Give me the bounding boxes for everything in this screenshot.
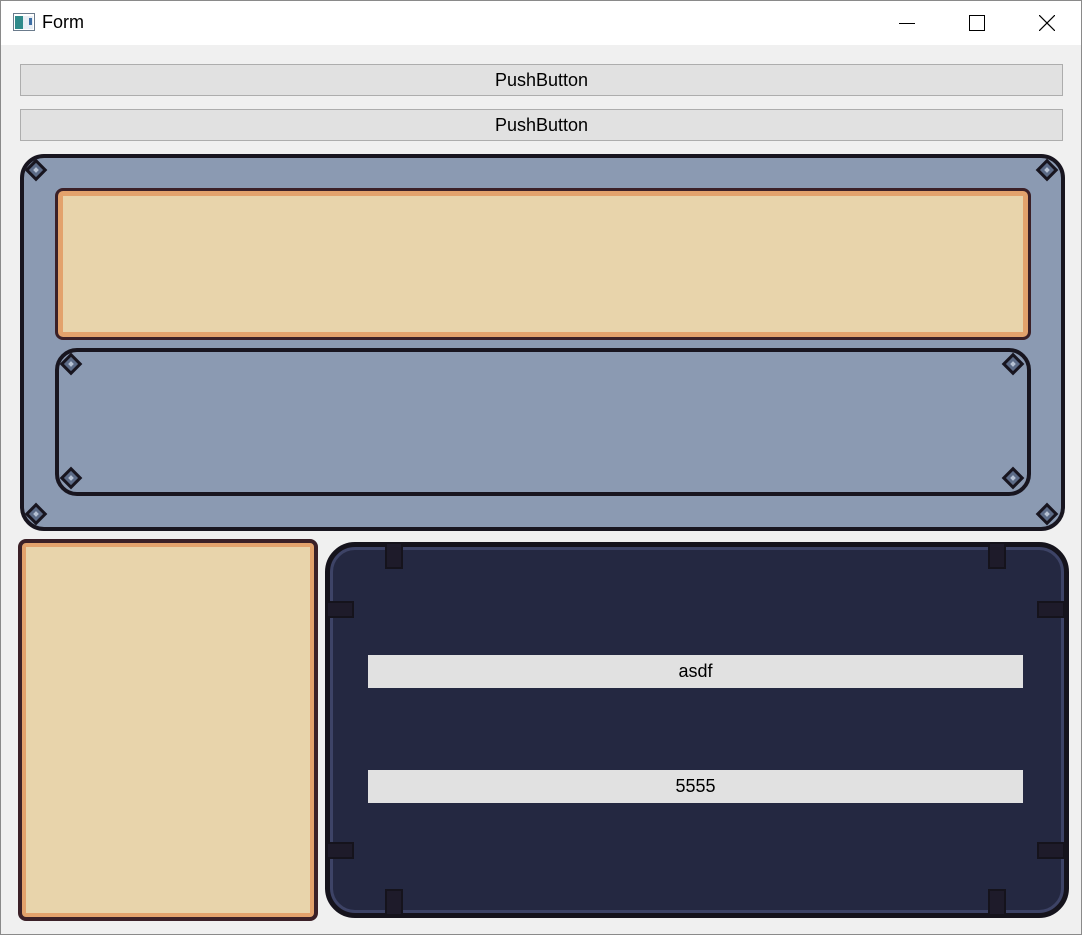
frame-bracket (988, 542, 1006, 569)
minimize-icon (899, 23, 915, 24)
cream-banner-panel (55, 188, 1031, 340)
frame-bracket (1037, 842, 1065, 859)
navy-frame-panel (325, 542, 1069, 918)
frame-bracket (385, 542, 403, 569)
line-edit-1[interactable]: asdf (368, 655, 1023, 688)
close-icon (1039, 15, 1055, 31)
form-window: Form PushButton PushButton asdf 5555 (0, 0, 1082, 935)
inner-slate-frame (55, 348, 1031, 496)
push-button-2[interactable]: PushButton (20, 109, 1063, 141)
frame-bracket (326, 601, 354, 618)
frame-bracket (988, 889, 1006, 916)
cream-side-panel (18, 539, 318, 921)
maximize-icon (969, 15, 985, 31)
title-bar[interactable]: Form (1, 1, 1081, 45)
frame-bracket (1037, 601, 1065, 618)
app-icon (13, 13, 35, 31)
close-button[interactable] (1012, 1, 1082, 45)
maximize-button[interactable] (942, 1, 1012, 45)
frame-bracket (385, 889, 403, 916)
frame-bracket (326, 842, 354, 859)
push-button-1[interactable]: PushButton (20, 64, 1063, 96)
window-title: Form (42, 12, 84, 32)
line-edit-2[interactable]: 5555 (368, 770, 1023, 803)
minimize-button[interactable] (872, 1, 942, 45)
